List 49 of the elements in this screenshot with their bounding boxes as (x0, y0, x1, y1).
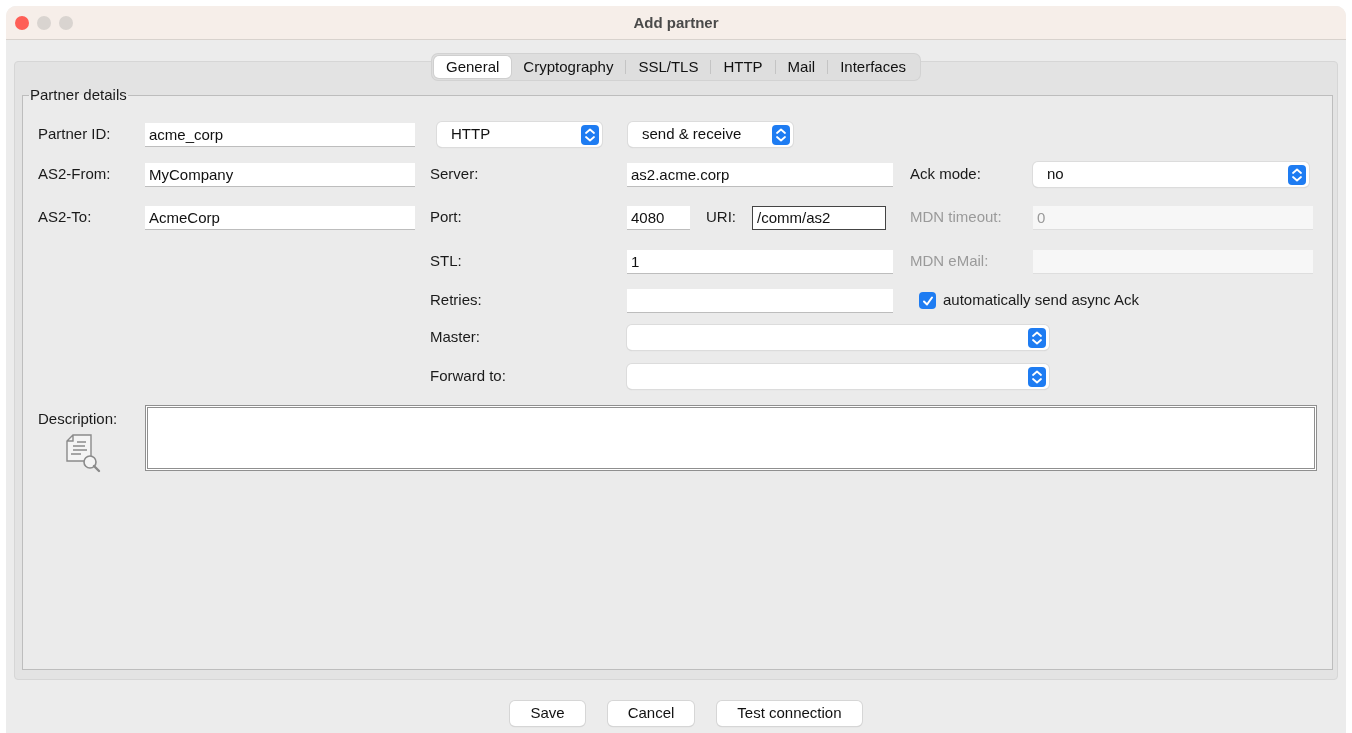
window-title: Add partner (633, 12, 719, 33)
field-label: MDN eMail: (910, 252, 989, 270)
field-label: Retries: (430, 291, 482, 309)
field-label: AS2-From: (38, 165, 111, 183)
chevron-icon (1288, 164, 1306, 185)
chevron-icon (581, 124, 599, 145)
dialog-button[interactable]: Test connection (717, 701, 862, 726)
as2-from-field[interactable]: MyCompany (145, 162, 415, 187)
checkbox[interactable] (919, 292, 936, 309)
field-label: STL: (430, 252, 462, 270)
field-label: URI: (706, 208, 736, 226)
field-label: Forward to: (430, 367, 506, 385)
field-label: MDN timeout: (910, 208, 1002, 226)
tab[interactable]: SSL/TLS (626, 56, 711, 78)
tab[interactable]: Cryptography (511, 56, 626, 78)
dialog-button[interactable]: Save (510, 701, 585, 726)
group-title: Partner details (30, 86, 127, 103)
checkbox-label: automatically send async Ack (943, 290, 1139, 311)
document-search-icon (65, 433, 103, 473)
partner-id-field[interactable]: acme_corp (145, 122, 415, 147)
field-label: Master: (430, 328, 480, 346)
dialog-button[interactable]: Cancel (607, 701, 695, 726)
description-field[interactable] (145, 404, 1317, 471)
field-label: Description: (38, 408, 118, 429)
field-label: AS2-To: (38, 208, 92, 226)
chevron-icon (772, 124, 790, 145)
direction-select[interactable]: send & receive (628, 122, 793, 147)
chevron-icon (1028, 327, 1046, 348)
master-select[interactable] (627, 325, 1049, 350)
field-label: Partner ID: (38, 125, 111, 143)
checkmark-icon (921, 294, 934, 307)
stl-field[interactable]: 1 (627, 249, 893, 274)
uri-field[interactable]: /comm/as2 (752, 205, 886, 230)
server-field[interactable]: as2.acme.corp (627, 162, 893, 187)
as2-to-field[interactable]: AcmeCorp (145, 205, 415, 230)
chevron-icon (1028, 366, 1046, 387)
protocol-select[interactable]: HTTP (437, 122, 602, 147)
close-button[interactable] (15, 15, 29, 30)
field-label: Port: (430, 208, 462, 226)
tab[interactable]: HTTP (711, 56, 775, 78)
field-label: Ack mode: (910, 165, 981, 183)
tab[interactable]: Interfaces (828, 56, 918, 78)
port-field[interactable]: 4080 (627, 205, 690, 230)
tab[interactable]: General (434, 56, 512, 78)
tab[interactable]: Mail (775, 56, 828, 78)
retries-field[interactable] (627, 288, 893, 313)
ack-mode-select[interactable]: no (1033, 162, 1309, 187)
field-label: Server: (430, 165, 479, 183)
forward-to-select[interactable] (627, 364, 1049, 389)
